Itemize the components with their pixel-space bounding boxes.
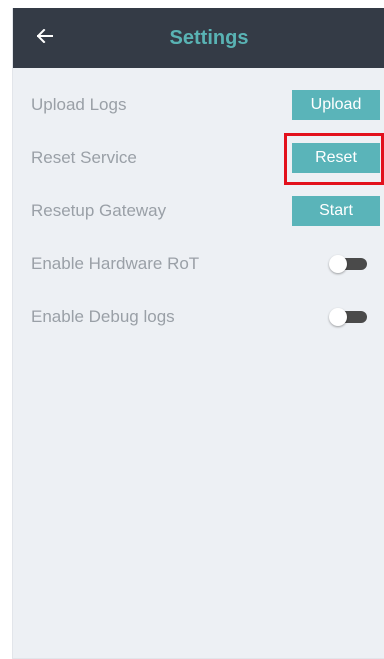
app-header: Settings	[13, 8, 384, 68]
settings-row-enable-debug-logs: Enable Debug logs	[13, 297, 384, 337]
start-button[interactable]: Start	[292, 196, 380, 226]
toggle-knob	[329, 255, 347, 273]
toggle-knob	[329, 308, 347, 326]
highlight-box	[284, 133, 384, 185]
settings-row-upload-logs: Upload Logs Upload	[13, 85, 384, 125]
page-title: Settings	[169, 27, 249, 49]
resetup-gateway-label: Resetup Gateway	[31, 201, 167, 220]
settings-row-enable-hardware-rot: Enable Hardware RoT	[13, 244, 384, 284]
settings-screen: Settings Upload Logs Upload Reset Servic…	[12, 8, 384, 659]
hardware-rot-toggle[interactable]	[329, 255, 367, 273]
enable-debug-logs-label: Enable Debug logs	[31, 307, 175, 326]
enable-hardware-rot-label: Enable Hardware RoT	[31, 254, 200, 273]
reset-service-label: Reset Service	[31, 148, 137, 167]
debug-logs-toggle[interactable]	[329, 308, 367, 326]
settings-row-resetup-gateway: Resetup Gateway Start	[13, 191, 384, 231]
upload-button[interactable]: Upload	[292, 90, 380, 120]
upload-logs-label: Upload Logs	[31, 95, 127, 114]
